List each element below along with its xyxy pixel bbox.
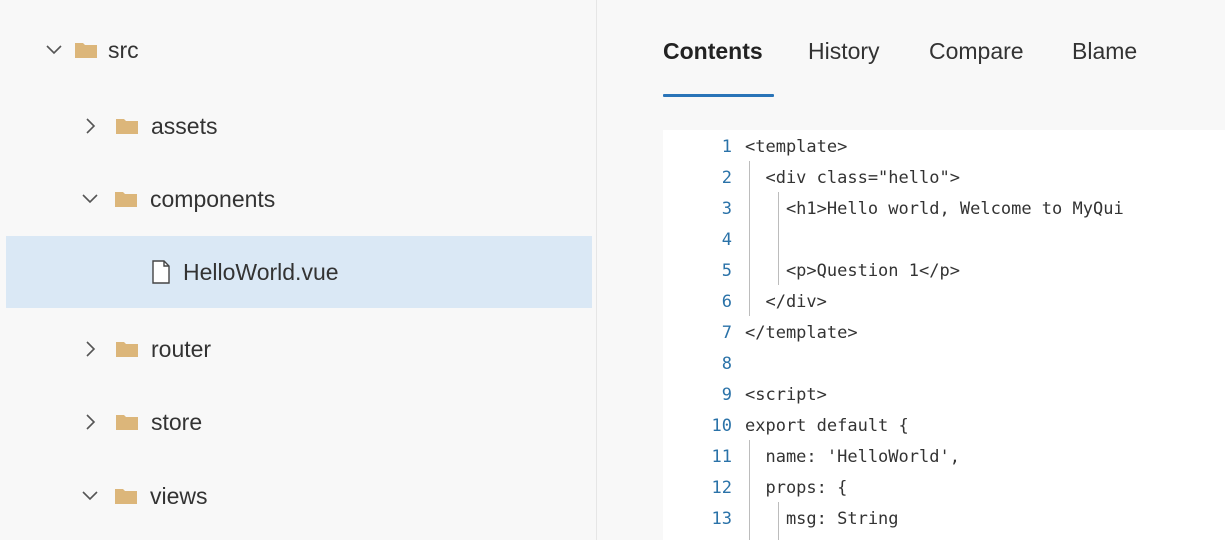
code-text: </div> [745,292,827,312]
code-text: <p>Question 1</p> [745,261,960,281]
tree-item-label: assets [151,112,218,139]
file-tree: src assets components HelloWorld.vue rou… [0,0,596,540]
tree-item-label: HelloWorld.vue [183,258,339,285]
line-number: 9 [721,385,732,405]
tree-item-label: views [150,482,208,509]
line-number: 5 [721,261,732,281]
tab-contents[interactable]: Contents [663,38,763,65]
tree-item-components[interactable]: components [6,163,592,235]
line-number: 7 [721,323,732,343]
tab-history[interactable]: History [808,38,880,65]
tree-item-router[interactable]: router [6,313,592,385]
folder-icon [115,412,141,432]
line-number: 10 [711,416,732,436]
tree-item-helloworld-vue[interactable]: HelloWorld.vue [6,236,592,308]
code-text: <script> [745,385,827,405]
chevron-right-icon[interactable] [81,339,101,359]
code-line: 7 </template> [663,318,1225,349]
line-number: 12 [711,478,732,498]
chevron-right-icon[interactable] [81,116,101,136]
tree-item-label: router [151,335,212,362]
line-number: 3 [721,199,732,219]
code-line: 10 export default { [663,411,1225,442]
tree-item-assets[interactable]: assets [6,90,592,162]
code-line: 3 <h1>Hello world, Welcome to MyQui [663,194,1225,225]
tree-item-views[interactable]: views [6,460,592,532]
code-line: 2 <div class="hello"> [663,163,1225,194]
line-number: 8 [721,354,732,374]
chevron-down-icon[interactable] [80,486,100,506]
code-text: msg: String [745,509,899,529]
code-text: <div class="hello"> [745,168,960,188]
code-text: <h1>Hello world, Welcome to MyQui [745,199,1124,219]
line-number: 4 [721,230,732,250]
code-line: 12 props: { [663,473,1225,504]
app-window: src assets components HelloWorld.vue rou… [0,0,1225,540]
folder-icon [115,339,141,359]
line-number: 11 [711,447,732,467]
code-text: props: { [745,478,848,498]
code-line: 11 name: 'HelloWorld', [663,442,1225,473]
line-number: 1 [721,137,732,157]
file-icon [151,259,173,285]
tab-blame[interactable]: Blame [1072,38,1137,65]
tree-item-label: src [108,36,139,63]
code-line: 9 <script> [663,380,1225,411]
code-line: 8 [663,349,1225,380]
code-line: 4 [663,225,1225,256]
line-number: 6 [721,292,732,312]
folder-icon [114,189,140,209]
line-number: 13 [711,509,732,529]
pane-divider[interactable] [596,0,597,540]
folder-icon [114,486,140,506]
code-line: 6 </div> [663,287,1225,318]
code-line: 1 <template> [663,132,1225,163]
chevron-down-icon[interactable] [80,189,100,209]
code-text: export default { [745,416,909,436]
code-line: 5 <p>Question 1</p> [663,256,1225,287]
active-tab-indicator [663,94,774,97]
tree-item-store[interactable]: store [6,386,592,458]
tab-compare[interactable]: Compare [929,38,1024,65]
code-text: </template> [745,323,858,343]
folder-icon [74,40,100,60]
code-text: <template> [745,137,848,157]
tree-item-src[interactable]: src [6,14,592,86]
line-number: 2 [721,168,732,188]
tree-item-label: components [150,185,276,212]
chevron-down-icon[interactable] [44,40,64,60]
tree-item-label: store [151,408,203,435]
code-text: name: 'HelloWorld', [745,447,960,467]
code-viewer[interactable]: 1 <template> 2 <div class="hello"> 3 <h1… [663,130,1225,540]
code-line: 13 msg: String [663,504,1225,535]
folder-icon [115,116,141,136]
chevron-right-icon[interactable] [81,412,101,432]
